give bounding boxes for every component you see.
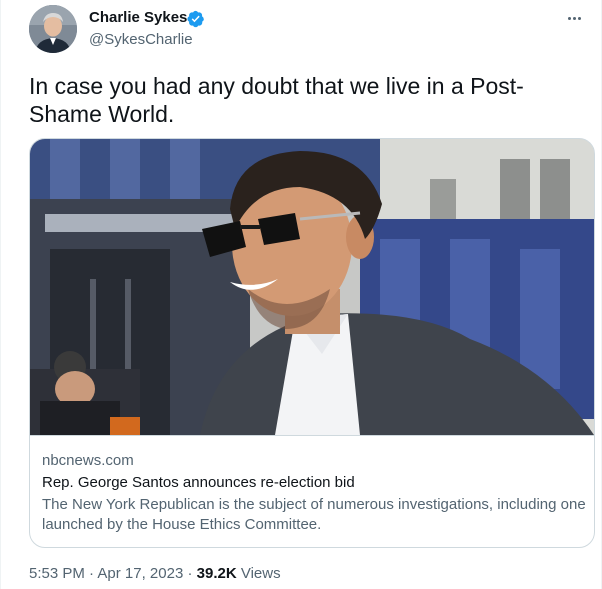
more-dot: [567, 16, 571, 20]
card-domain: nbcnews.com: [42, 452, 134, 469]
link-card[interactable]: nbcnews.com Rep. George Santos announces…: [29, 138, 595, 548]
views-count: 39.2K: [196, 565, 237, 582]
author-handle[interactable]: @SykesCharlie: [89, 31, 193, 48]
card-description: The New York Republican is the subject o…: [42, 496, 586, 533]
views-label: Views: [236, 565, 281, 582]
more-dot: [577, 16, 581, 20]
tweet-article: Charlie Sykes @SykesCharlie In case you …: [0, 0, 602, 589]
more-dot: [572, 16, 576, 20]
tweet-meta: 5:53 PM · Apr 17, 2023 · 39.2K Views: [29, 565, 281, 582]
tweet-timestamp-date[interactable]: Apr 17, 2023: [97, 565, 183, 582]
verified-badge-icon[interactable]: [187, 10, 205, 28]
avatar[interactable]: [29, 5, 77, 53]
tweet-text: In case you had any doubt that we live i…: [29, 73, 524, 127]
card-image[interactable]: [30, 139, 594, 435]
author-name[interactable]: Charlie Sykes: [89, 9, 187, 26]
meta-separator: ·: [183, 565, 197, 582]
more-horizontal-icon[interactable]: [561, 8, 587, 28]
card-body: nbcnews.com Rep. George Santos announces…: [30, 435, 594, 547]
card-title[interactable]: Rep. George Santos announces re-election…: [42, 474, 355, 491]
avatar-image: [29, 5, 77, 53]
meta-separator: ·: [84, 565, 98, 582]
tweet-timestamp-time[interactable]: 5:53 PM: [29, 565, 85, 582]
